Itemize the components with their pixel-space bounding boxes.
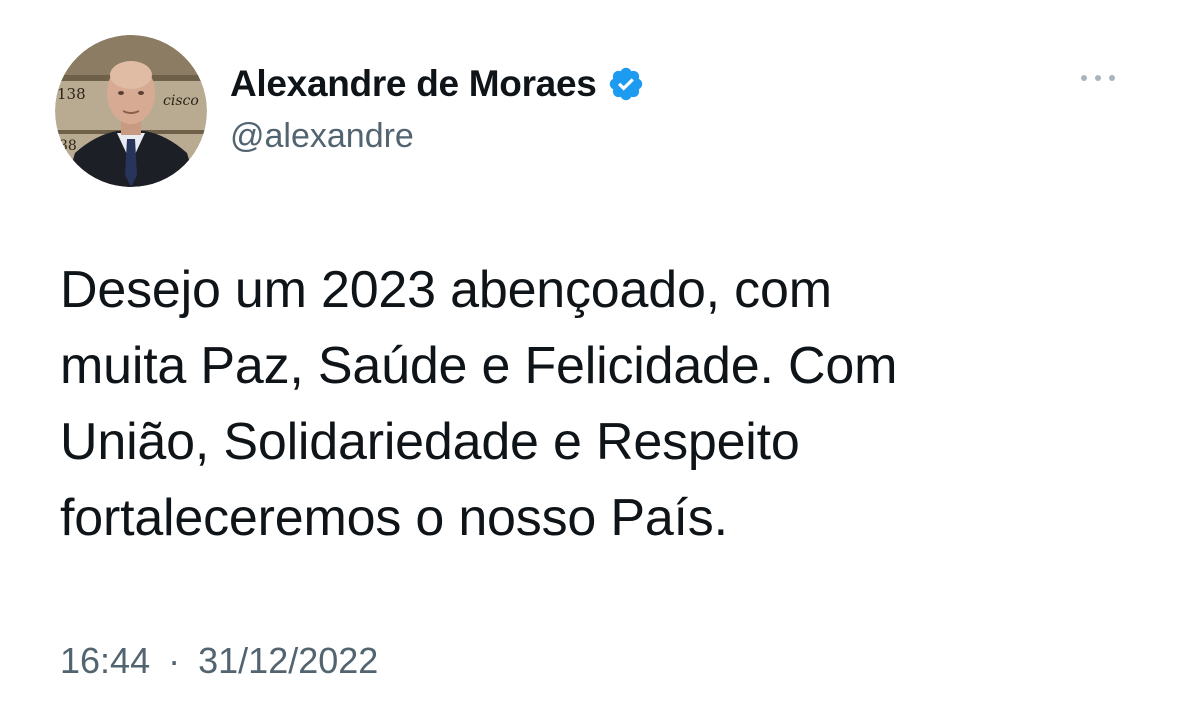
- author-display-name[interactable]: Alexandre de Moraes: [230, 63, 597, 105]
- tweet-text: Desejo um 2023 abençoado, com muita Paz,…: [60, 252, 1140, 556]
- author-handle[interactable]: @alexandre: [230, 117, 414, 156]
- tweet-time: 16:44: [60, 640, 151, 681]
- tweet-timestamp[interactable]: 16:44 · 31/12/2022: [60, 640, 378, 682]
- avatar-bg-text-1: 138: [57, 85, 86, 103]
- avatar-bg-text-2: cisco: [163, 93, 199, 109]
- tweet-text-line: Desejo um 2023 abençoado, com: [60, 261, 832, 319]
- more-horizontal-icon-dot: [1109, 75, 1115, 81]
- tweet-text-line: muita Paz, Saúde e Felicidade. Com: [60, 337, 898, 395]
- avatar-photo: 138 cisco 38: [55, 35, 207, 187]
- timestamp-separator: ·: [168, 640, 181, 681]
- tweet-date: 31/12/2022: [198, 640, 379, 681]
- tweet-text-line: fortaleceremos o nosso País.: [60, 489, 728, 547]
- avatar-bg-text-3: 38: [59, 138, 77, 154]
- tweet-card: 138 cisco 38 Alexandre de Moraes @alexan…: [0, 0, 1179, 714]
- more-options-button[interactable]: [1068, 60, 1128, 96]
- more-horizontal-icon-dot: [1095, 75, 1101, 81]
- more-horizontal-icon: [1081, 75, 1087, 81]
- verified-badge-icon: [607, 65, 645, 103]
- tweet-text-line: União, Solidariedade e Respeito: [60, 413, 800, 471]
- author-name-row: Alexandre de Moraes: [230, 60, 645, 108]
- author-avatar[interactable]: 138 cisco 38: [55, 35, 207, 187]
